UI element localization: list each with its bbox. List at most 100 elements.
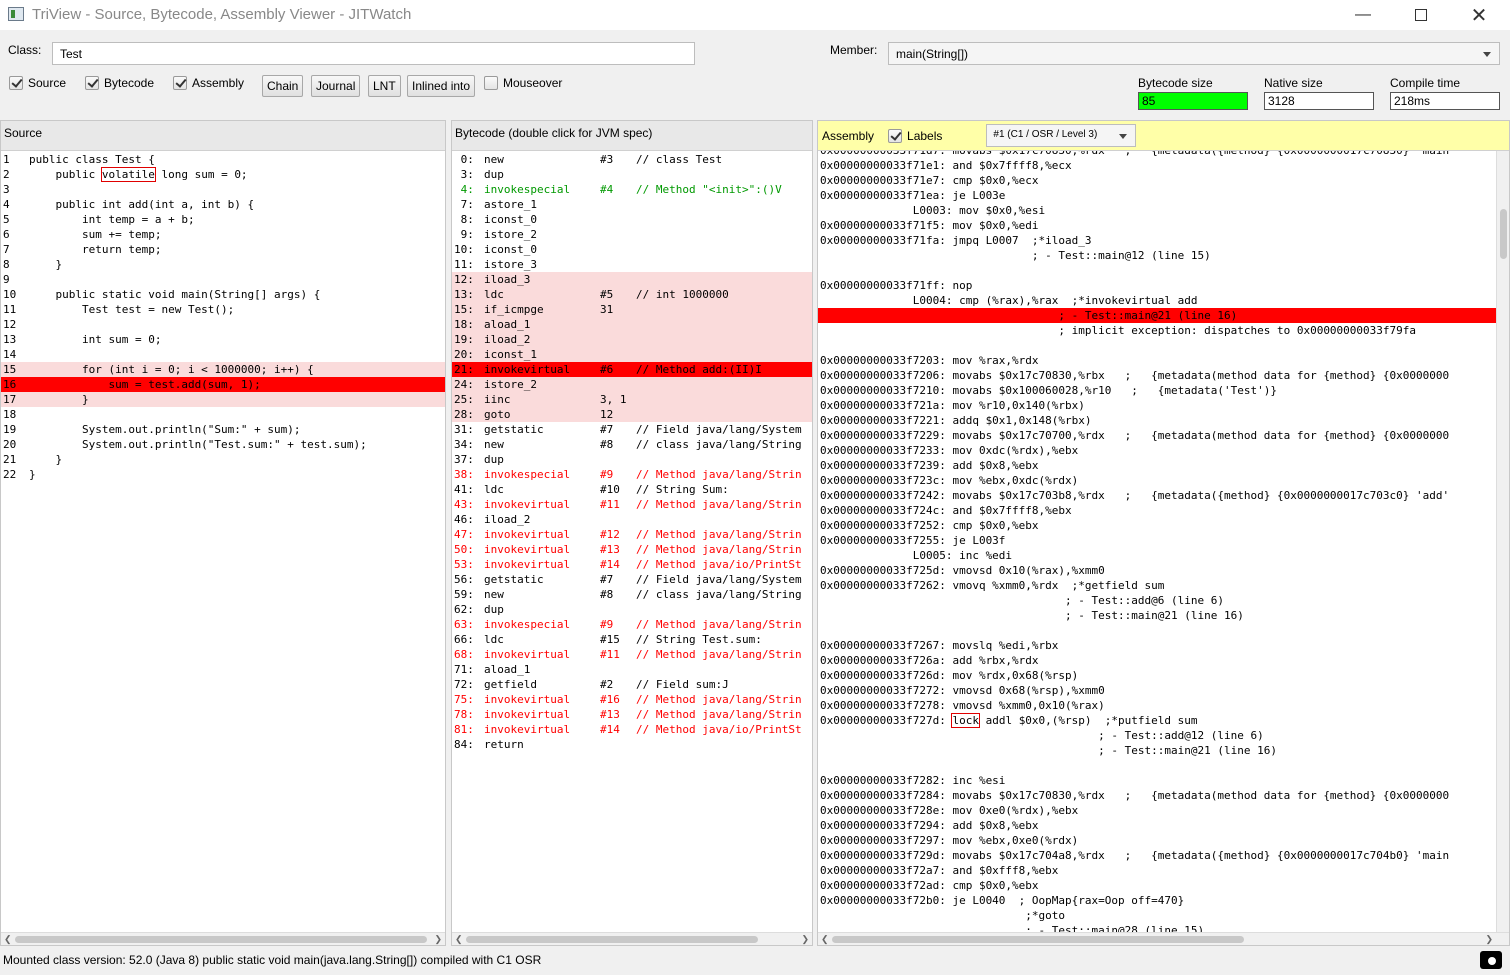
source-text: public class Test { xyxy=(29,153,155,166)
assembly-line: 0x00000000033f7262: vmovq %xmm0,%rdx ;*g… xyxy=(818,578,1497,593)
bytecode-checkbox[interactable]: Bytecode xyxy=(85,76,154,90)
source-checkbox[interactable]: Source xyxy=(9,76,66,90)
line-number: 22 xyxy=(3,468,17,481)
source-hscroll[interactable]: ❮ ❯ xyxy=(1,932,445,945)
member-select[interactable]: main(String[]) xyxy=(888,42,1500,65)
bytecode-offset: 7: xyxy=(454,198,474,211)
line-number: 3 xyxy=(3,183,10,196)
bytecode-offset: 41: xyxy=(454,483,474,496)
bytecode-hscroll[interactable]: ❮ ❯ xyxy=(452,932,812,945)
assembly-line: 0x00000000033f7272: vmovsd 0x68(%rsp),%x… xyxy=(818,683,1497,698)
source-line: 16 sum = test.add(sum, 1); xyxy=(1,377,445,392)
mouseover-checkbox[interactable]: Mouseover xyxy=(484,76,562,90)
bytecode-line: 84: return xyxy=(452,737,812,752)
chain-button[interactable]: Chain xyxy=(262,75,304,97)
bytecode-instruction: aload_1 xyxy=(484,318,531,331)
assembly-text: 0x00000000033f727d: xyxy=(820,714,953,727)
bytecode-operand: #11 xyxy=(600,648,620,661)
assembly-code[interactable]: 0x00000000033f71d7: movabs $0x17c70830,%… xyxy=(818,143,1497,945)
journal-button[interactable]: Journal xyxy=(311,75,361,97)
bytecode-line: 75: invokevirtual #16 // Method java/lang/S… xyxy=(452,692,812,707)
assembly-line: 0x00000000033f726a: add %rbx,%rdx xyxy=(818,653,1497,668)
assembly-checkbox-label: Assembly xyxy=(192,76,245,90)
assembly-hscroll[interactable]: ❮ ❯ xyxy=(818,932,1509,945)
bytecode-offset: 78: xyxy=(454,708,474,721)
scroll-thumb[interactable] xyxy=(1500,209,1507,259)
compilation-select[interactable]: #1 (C1 / OSR / Level 3) xyxy=(986,124,1137,147)
bytecode-instruction: invokevirtual xyxy=(484,708,571,721)
bytecode-instruction: iload_2 xyxy=(484,513,531,526)
assembly-checkbox[interactable]: Assembly xyxy=(173,76,244,90)
source-panel-header: Source xyxy=(1,121,445,151)
bytecode-instruction: iload_2 xyxy=(484,333,531,346)
bytecode-code[interactable]: 0: new #3 // class Test 3: dup 4: invokespeci… xyxy=(452,151,812,752)
line-number: 6 xyxy=(3,228,10,241)
bytecode-instruction: goto xyxy=(484,408,511,421)
mouseover-checkbox-label: Mouseover xyxy=(503,76,563,90)
line-number: 21 xyxy=(3,453,17,466)
bytecode-instruction: ldc xyxy=(484,288,504,301)
lnt-button[interactable]: LNT xyxy=(368,75,401,97)
bytecode-operand: #3 xyxy=(600,153,614,166)
line-number: 11 xyxy=(3,303,17,316)
assembly-vscroll[interactable] xyxy=(1496,151,1509,932)
bytecode-operand: #14 xyxy=(600,723,620,736)
assembly-line: 0x00000000033f727d: lock addl $0x0,(%rsp… xyxy=(818,713,1497,728)
source-line: 2 public volatile long sum = 0; xyxy=(1,167,445,182)
bytecode-instruction: getstatic xyxy=(484,573,544,586)
source-line: 10 public static void main(String[] args… xyxy=(1,287,445,302)
labels-checkbox[interactable]: Labels xyxy=(888,128,942,143)
bytecode-instruction: invokespecial xyxy=(484,183,571,196)
assembly-line xyxy=(818,623,1497,638)
scroll-thumb[interactable] xyxy=(832,936,1244,943)
bytecode-line: 18: aload_1 xyxy=(452,317,812,332)
bytecode-line: 46: iload_2 xyxy=(452,512,812,527)
bytecode-line: 56: getstatic #7 // Field java/lang/System xyxy=(452,572,812,587)
bytecode-offset: 37: xyxy=(454,453,474,466)
source-code[interactable]: 1 public class Test {2 public volatile lo… xyxy=(1,151,445,482)
assembly-text: 0x00000000033f7278: vmovsd %xmm0,0x10(%r… xyxy=(820,699,1105,712)
bytecode-offset: 53: xyxy=(454,558,474,571)
close-button[interactable]: ✕ xyxy=(1456,0,1502,30)
bytecode-operand: #7 xyxy=(600,423,614,436)
assembly-text: 0x00000000033f725d: vmovsd 0x10(%rax),%x… xyxy=(820,564,1105,577)
bytecode-offset: 10: xyxy=(454,243,474,256)
camera-icon[interactable] xyxy=(1480,951,1502,969)
line-number: 7 xyxy=(3,243,10,256)
scroll-thumb[interactable] xyxy=(15,936,427,943)
bytecode-operand: #7 xyxy=(600,573,614,586)
bytecode-offset: 3: xyxy=(454,168,474,181)
maximize-button[interactable] xyxy=(1398,0,1444,30)
source-text: sum = test.add(sum, 1); xyxy=(29,378,261,391)
inlined-into-button[interactable]: Inlined into xyxy=(407,75,476,97)
assembly-line: 0x00000000033f725d: vmovsd 0x10(%rax),%x… xyxy=(818,563,1497,578)
member-label: Member: xyxy=(830,43,878,57)
class-field[interactable]: Test xyxy=(52,42,695,65)
bytecode-line: 11: istore_3 xyxy=(452,257,812,272)
scroll-left-icon: ❮ xyxy=(4,934,12,944)
bytecode-line: 31: getstatic #7 // Field java/lang/System xyxy=(452,422,812,437)
bytecode-instruction: return xyxy=(484,738,524,751)
assembly-text: 0x00000000033f721a: mov %r10,0x140(%rbx) xyxy=(820,399,1085,412)
bytecode-offset: 84: xyxy=(454,738,474,751)
bytecode-comment: // Method java/lang/Strin xyxy=(636,618,802,631)
assembly-line: 0x00000000033f7278: vmovsd %xmm0,0x10(%r… xyxy=(818,698,1497,713)
line-number: 20 xyxy=(3,438,17,451)
bytecode-operand: 12 xyxy=(600,408,614,421)
assembly-line: 0x00000000033f71ff: nop xyxy=(818,278,1497,293)
assembly-text: L0004: cmp (%rax),%rax ;*invokevirtual a… xyxy=(820,294,1198,307)
bytecode-comment: // String Sum: xyxy=(636,483,729,496)
source-line: 14 xyxy=(1,347,445,362)
source-line: 5 int temp = a + b; xyxy=(1,212,445,227)
line-number: 4 xyxy=(3,198,10,211)
source-line: 17 } xyxy=(1,392,445,407)
assembly-line: 0x00000000033f7229: movabs $0x17c70700,%… xyxy=(818,428,1497,443)
scroll-left-icon: ❮ xyxy=(821,934,829,944)
bytecode-comment: // Method "<init>":()V xyxy=(636,183,782,196)
source-line: 19 System.out.println("Sum:" + sum); xyxy=(1,422,445,437)
bytecode-operand: #15 xyxy=(600,633,620,646)
bytecode-offset: 19: xyxy=(454,333,474,346)
scroll-thumb[interactable] xyxy=(466,936,758,943)
minimize-button[interactable]: — xyxy=(1340,0,1386,30)
bytecode-operand: #10 xyxy=(600,483,620,496)
